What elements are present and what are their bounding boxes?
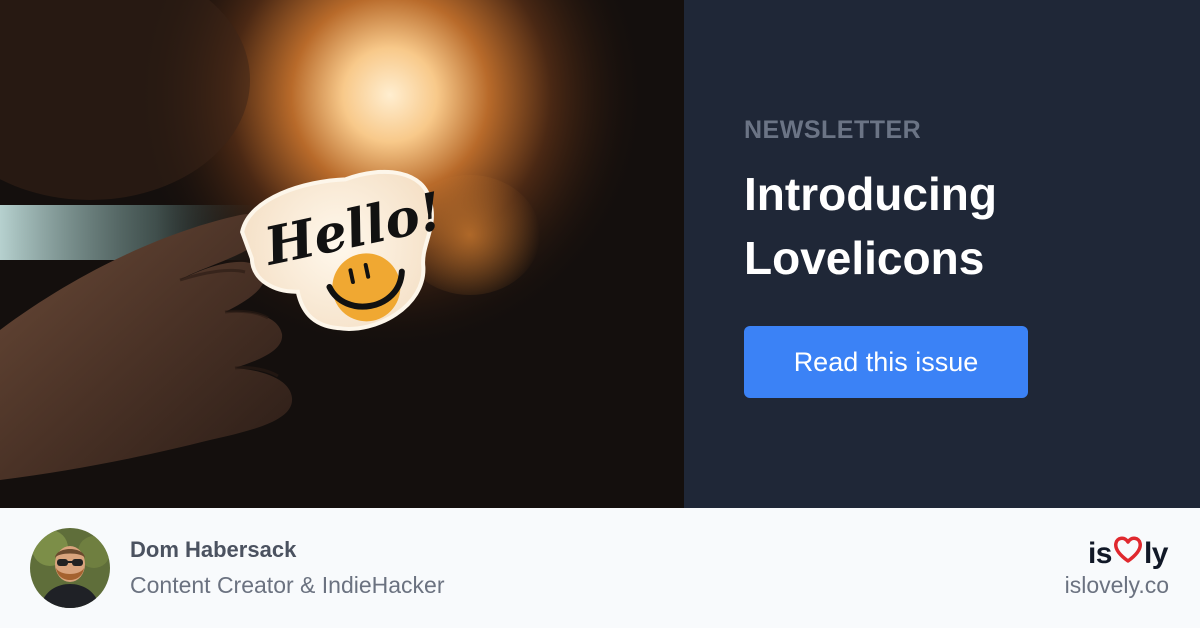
author-role: Content Creator & IndieHacker — [130, 572, 445, 598]
author-avatar — [30, 528, 110, 608]
brand-domain[interactable]: islovely.co — [1065, 572, 1169, 599]
hero-image: Hello! — [0, 0, 684, 508]
brand-logo[interactable]: is ly — [1087, 536, 1169, 572]
issue-title: Introducing Lovelicons — [744, 168, 997, 284]
heart-outline-icon — [1113, 536, 1143, 572]
category-label: NEWSLETTER — [744, 116, 922, 144]
logo-text-prefix: is — [1087, 537, 1113, 570]
social-card: Hello! NEWSLETTER Introducing Lovelicons… — [0, 0, 1200, 628]
hero-panel: NEWSLETTER Introducing Lovelicons Read t… — [684, 0, 1200, 508]
author-name: Dom Habersack — [130, 537, 297, 562]
footer: Dom Habersack Content Creator & IndieHac… — [0, 508, 1200, 628]
logo-text-suffix: ly — [1143, 537, 1169, 570]
read-issue-button[interactable]: Read this issue — [744, 326, 1028, 398]
